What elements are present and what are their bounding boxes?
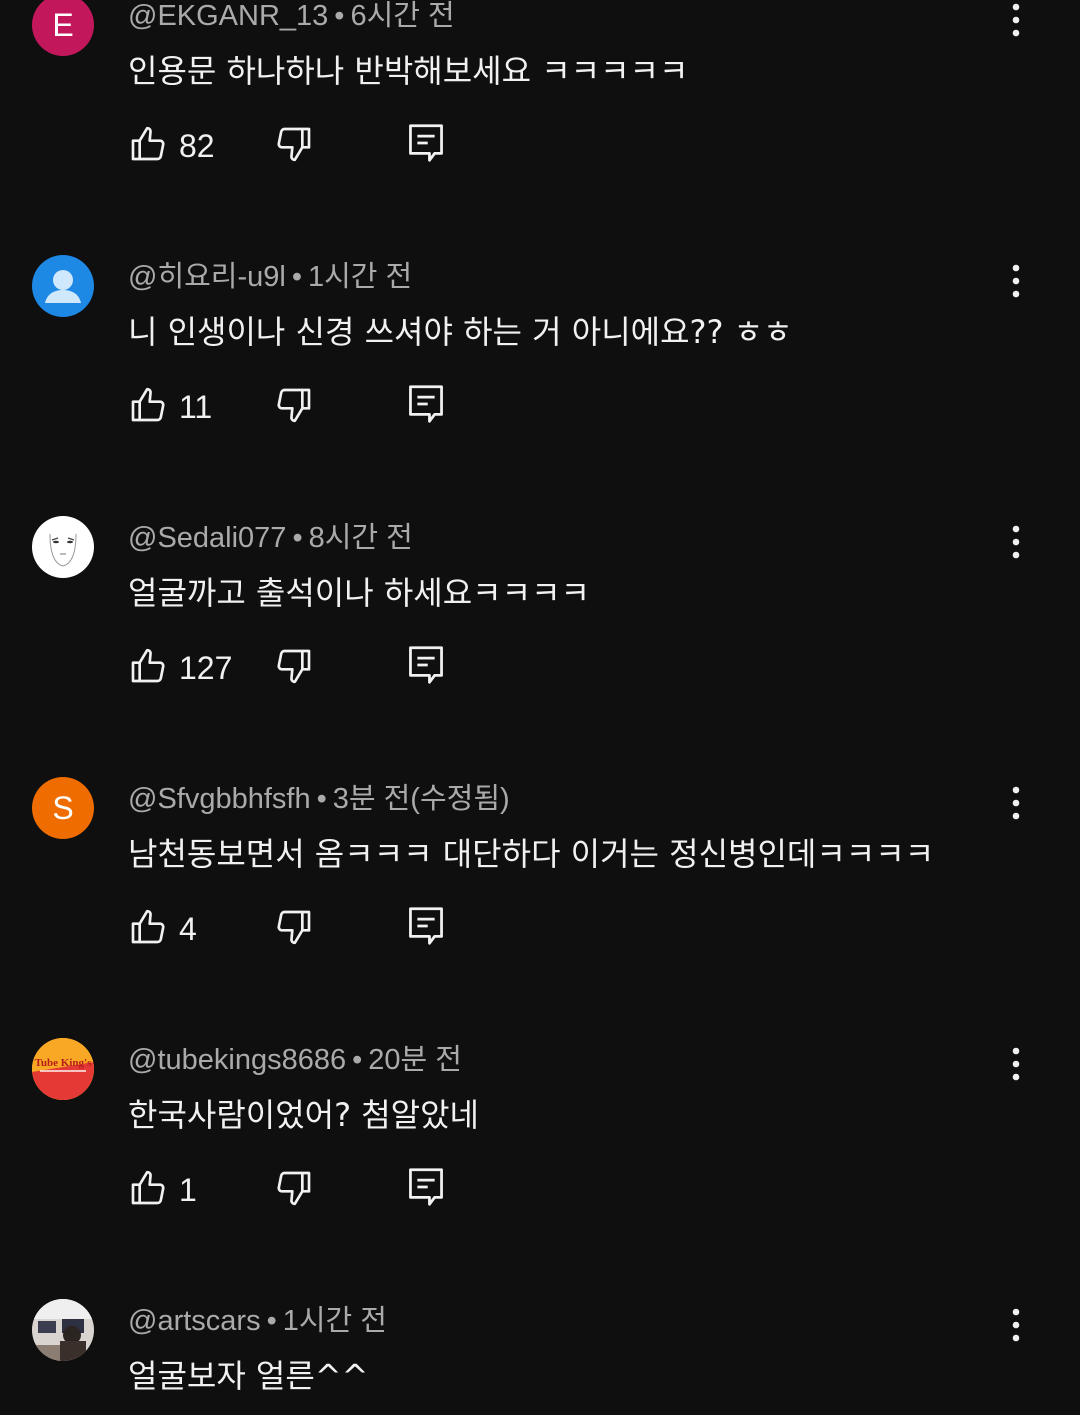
like-count: 11: [179, 389, 213, 425]
thumbs-up-icon[interactable]: [128, 907, 168, 947]
photo-avatar-icon: [32, 1299, 94, 1361]
avatar[interactable]: [32, 516, 94, 578]
comment-item: E @EKGANR_13 • 6시간 전 인용문 하나하나 반박해보세요 ㅋㅋㅋㅋㅋ…: [0, 0, 1080, 261]
comment-item: @Sedali077 • 8시간 전 얼굴까고 출석이나 하세요ㅋㅋㅋㅋ 127: [0, 516, 1080, 783]
avatar[interactable]: S: [32, 777, 94, 839]
comment-meta: @Sedali077 • 8시간 전: [128, 514, 413, 556]
comment-time[interactable]: 3분 전(수정됨): [333, 783, 510, 815]
comment-meta: @Sfvgbbhfsfh • 3분 전(수정됨): [128, 775, 510, 817]
comment-item: Tube King's @tubekings8686 • 20분 전 한국사람이었어…: [0, 1038, 1080, 1305]
more-vert-icon[interactable]: [1000, 259, 1032, 303]
separator: •: [352, 1044, 363, 1076]
svg-text:Tube King's: Tube King's: [35, 1057, 92, 1069]
reply-icon[interactable]: [407, 905, 445, 947]
comment-actions: 127: [128, 646, 528, 706]
separator: •: [334, 0, 345, 32]
more-vert-icon[interactable]: [1000, 520, 1032, 564]
avatar[interactable]: E: [32, 0, 94, 56]
comment-meta: @tubekings8686 • 20분 전: [128, 1036, 462, 1078]
comment-actions: 1: [128, 1168, 528, 1228]
comment-actions: 4: [128, 907, 528, 967]
comment-actions: 11: [128, 385, 528, 445]
like-count: 1: [179, 1172, 197, 1208]
separator: •: [292, 522, 303, 554]
comment-time[interactable]: 1시간 전: [283, 1305, 387, 1337]
thumbs-up-icon[interactable]: [128, 124, 168, 164]
comment-actions: 82: [128, 124, 528, 184]
like-count: 4: [179, 911, 197, 947]
comment-text: 남천동보면서 옴ㅋㅋㅋ 대단하다 이거는 정신병인데ㅋㅋㅋㅋ: [128, 835, 935, 873]
comment-text: 얼굴까고 출석이나 하세요ㅋㅋㅋㅋ: [128, 574, 590, 612]
author-name[interactable]: @EKGANR_13: [128, 0, 328, 32]
separator: •: [316, 783, 327, 815]
comment-meta: @artscars • 1시간 전: [128, 1297, 387, 1339]
more-vert-icon[interactable]: [1000, 1303, 1032, 1347]
reply-icon[interactable]: [407, 122, 445, 164]
face-drawing-icon: [49, 533, 77, 567]
comment-text: 한국사람이었어? 첨알았네: [128, 1096, 479, 1134]
person-icon: [45, 270, 81, 303]
like-count: 127: [179, 650, 233, 686]
author-name[interactable]: @artscars: [128, 1305, 261, 1337]
thumbs-down-icon[interactable]: [274, 124, 314, 164]
thumbs-down-icon[interactable]: [274, 646, 314, 686]
thumbs-down-icon[interactable]: [274, 1168, 314, 1208]
comment-meta: @히요리-u9l • 1시간 전: [128, 253, 412, 295]
more-vert-icon[interactable]: [1000, 0, 1032, 42]
comment-meta: @EKGANR_13 • 6시간 전: [128, 0, 455, 34]
avatar-letter: S: [52, 789, 74, 826]
thumbs-up-icon[interactable]: [128, 646, 168, 686]
avatar[interactable]: Tube King's: [32, 1038, 94, 1100]
thumbs-down-icon[interactable]: [274, 907, 314, 947]
thumbs-down-icon[interactable]: [274, 385, 314, 425]
reply-icon[interactable]: [407, 383, 445, 425]
thumbs-up-icon[interactable]: [128, 385, 168, 425]
author-name[interactable]: @Sedali077: [128, 522, 286, 554]
comment-item: S @Sfvgbbhfsfh • 3분 전(수정됨) 남천동보면서 옴ㅋㅋㅋ 대단하…: [0, 777, 1080, 1044]
comment-text: 인용문 하나하나 반박해보세요 ㅋㅋㅋㅋㅋ: [128, 52, 689, 90]
reply-icon[interactable]: [407, 644, 445, 686]
separator: •: [266, 1305, 277, 1337]
reply-icon[interactable]: [407, 1166, 445, 1208]
avatar-letter: E: [52, 6, 74, 43]
comment-time[interactable]: 6시간 전: [350, 0, 454, 32]
channel-logo-icon: Tube King's: [32, 1038, 94, 1100]
comment-text: 니 인생이나 신경 쓰셔야 하는 거 아니에요?? ㅎㅎ: [128, 313, 793, 351]
thumbs-up-icon[interactable]: [128, 1168, 168, 1208]
avatar[interactable]: [32, 255, 94, 317]
avatar[interactable]: [32, 1299, 94, 1361]
comment-time[interactable]: 20분 전: [368, 1044, 462, 1076]
comment-item: @artscars • 1시간 전 얼굴보자 얼른^^: [0, 1299, 1080, 1415]
comment-item: @히요리-u9l • 1시간 전 니 인생이나 신경 쓰셔야 하는 거 아니에요??…: [0, 255, 1080, 522]
comment-time[interactable]: 1시간 전: [308, 261, 412, 293]
like-count: 82: [179, 128, 215, 164]
author-name[interactable]: @히요리-u9l: [128, 261, 286, 293]
more-vert-icon[interactable]: [1000, 781, 1032, 825]
comment-text: 얼굴보자 얼른^^: [128, 1357, 369, 1395]
comment-time[interactable]: 8시간 전: [309, 522, 413, 554]
author-name[interactable]: @Sfvgbbhfsfh: [128, 783, 311, 815]
more-vert-icon[interactable]: [1000, 1042, 1032, 1086]
author-name[interactable]: @tubekings8686: [128, 1044, 346, 1076]
separator: •: [291, 261, 302, 293]
